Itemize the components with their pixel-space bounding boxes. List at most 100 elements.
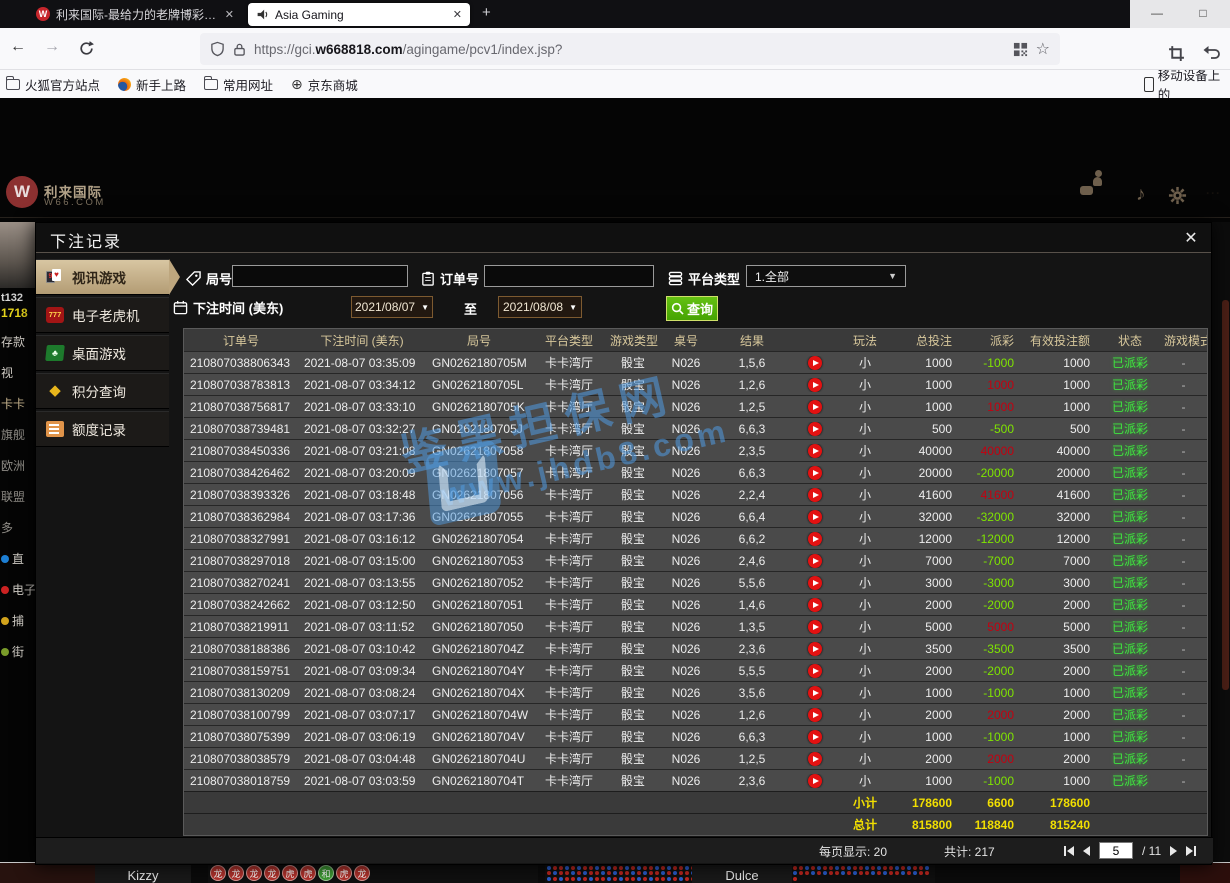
round-id-input[interactable]: [232, 265, 408, 287]
play-icon[interactable]: [808, 400, 822, 414]
play-icon[interactable]: [808, 708, 822, 722]
play-icon[interactable]: [808, 686, 822, 700]
modal-close-icon[interactable]: ✕: [1181, 228, 1201, 248]
sidebar-item-live-games[interactable]: 9♥ 视讯游戏: [36, 259, 169, 295]
rail-item[interactable]: 捕: [0, 605, 35, 636]
play-video-button[interactable]: [792, 664, 838, 678]
settings-gear-icon[interactable]: [1168, 186, 1187, 205]
play-icon[interactable]: [808, 642, 822, 656]
sidebar-item-points-query[interactable]: ◆ 积分查询: [36, 373, 169, 409]
dealer-name[interactable]: Kizzy: [95, 864, 191, 883]
play-video-button[interactable]: [792, 730, 838, 744]
rail-item[interactable]: 存款: [0, 326, 35, 357]
play-video-button[interactable]: [792, 356, 838, 370]
bookmark-mobile[interactable]: 移动设备上的: [1144, 70, 1230, 98]
play-video-button[interactable]: [792, 488, 838, 502]
date-from-picker[interactable]: 2021/08/07▼: [351, 296, 433, 318]
play-video-button[interactable]: [792, 620, 838, 634]
undo-arrow-icon[interactable]: [1203, 45, 1221, 61]
bookmark-item[interactable]: 火狐官方站点: [6, 75, 100, 94]
rail-item[interactable]: 直: [0, 543, 35, 574]
site-logo[interactable]: W: [6, 176, 38, 208]
play-icon[interactable]: [808, 378, 822, 392]
play-icon[interactable]: [808, 532, 822, 546]
play-video-button[interactable]: [792, 400, 838, 414]
play-icon[interactable]: [808, 664, 822, 678]
lock-icon[interactable]: [233, 42, 246, 57]
play-video-button[interactable]: [792, 752, 838, 766]
url-text[interactable]: https://gci.w668818.com/agingame/pcv1/in…: [254, 42, 1005, 57]
bookmark-star-icon[interactable]: ☆: [1036, 39, 1050, 59]
rail-item[interactable]: 联盟: [0, 481, 35, 512]
play-video-button[interactable]: [792, 774, 838, 788]
tab-close-icon[interactable]: ✕: [225, 8, 234, 21]
sidebar-item-table-games[interactable]: ♣ 桌面游戏: [36, 335, 169, 371]
browser-tab-2-active[interactable]: Asia Gaming ✕: [248, 3, 470, 26]
play-video-button[interactable]: [792, 378, 838, 392]
music-icon[interactable]: ♪: [1136, 184, 1146, 206]
play-icon[interactable]: [808, 488, 822, 502]
date-to-picker[interactable]: 2021/08/08▼: [498, 296, 582, 318]
play-video-button[interactable]: [792, 554, 838, 568]
sidebar-item-quota-records[interactable]: 额度记录: [36, 411, 169, 447]
play-icon[interactable]: [808, 730, 822, 744]
window-maximize-button[interactable]: □: [1196, 6, 1210, 20]
play-icon[interactable]: [808, 576, 822, 590]
play-video-button[interactable]: [792, 532, 838, 546]
play-icon[interactable]: [808, 554, 822, 568]
shield-icon[interactable]: [210, 41, 225, 57]
url-bar[interactable]: https://gci.w668818.com/agingame/pcv1/in…: [200, 33, 1060, 65]
first-page-button[interactable]: [1064, 846, 1074, 856]
rail-item[interactable]: 多: [0, 512, 35, 543]
page-scrollbar[interactable]: [1222, 300, 1229, 690]
back-icon[interactable]: ←: [10, 38, 26, 56]
play-video-button[interactable]: [792, 466, 838, 480]
column-header: 订单号: [184, 332, 298, 349]
play-video-button[interactable]: [792, 444, 838, 458]
screenshot-crop-icon[interactable]: [1168, 45, 1185, 62]
play-icon[interactable]: [808, 598, 822, 612]
platform-type-select[interactable]: 1.全部 ▼: [746, 265, 906, 287]
play-icon[interactable]: [808, 774, 822, 788]
rail-item[interactable]: 卡卡: [0, 388, 35, 419]
browser-tab-1[interactable]: W 利来国际-最给力的老牌博彩网站 ✕: [28, 0, 242, 28]
play-icon[interactable]: [808, 510, 822, 524]
play-video-button[interactable]: [792, 510, 838, 524]
tab-close-icon[interactable]: ✕: [453, 8, 462, 21]
rail-item[interactable]: 街: [0, 636, 35, 667]
avatar[interactable]: [0, 222, 35, 288]
play-icon[interactable]: [808, 422, 822, 436]
order-id-input[interactable]: [484, 265, 654, 287]
prev-page-button[interactable]: [1083, 846, 1090, 856]
play-icon[interactable]: [808, 356, 822, 370]
bookmark-item[interactable]: 常用网址: [204, 75, 273, 94]
last-page-button[interactable]: [1186, 846, 1196, 856]
bookmark-item[interactable]: 新手上路: [118, 75, 186, 94]
bookmark-item[interactable]: ⊕京东商城: [291, 75, 358, 94]
play-icon[interactable]: [808, 466, 822, 480]
play-video-button[interactable]: [792, 708, 838, 722]
rail-item[interactable]: 旗舰: [0, 419, 35, 450]
reload-icon[interactable]: [78, 40, 95, 57]
play-icon[interactable]: [808, 752, 822, 766]
search-button[interactable]: 查询: [666, 296, 718, 321]
rail-item[interactable]: 欧洲: [0, 450, 35, 481]
cell-game-type: 骰宝: [606, 420, 660, 437]
play-video-button[interactable]: [792, 576, 838, 590]
next-page-button[interactable]: [1170, 846, 1177, 856]
sidebar-item-slots[interactable]: 777 电子老虎机: [36, 297, 169, 333]
play-video-button[interactable]: [792, 422, 838, 436]
qr-code-icon[interactable]: [1013, 42, 1028, 57]
window-minimize-button[interactable]: —: [1150, 6, 1164, 20]
forward-icon[interactable]: →: [44, 38, 60, 56]
dealer-name[interactable]: Dulce: [692, 864, 792, 883]
play-video-button[interactable]: [792, 642, 838, 656]
play-icon[interactable]: [808, 444, 822, 458]
new-tab-button[interactable]: +: [482, 4, 491, 21]
play-video-button[interactable]: [792, 686, 838, 700]
play-video-button[interactable]: [792, 598, 838, 612]
rail-item[interactable]: 电子: [0, 574, 35, 605]
play-icon[interactable]: [808, 620, 822, 634]
rail-item[interactable]: 视: [0, 357, 35, 388]
page-number-input[interactable]: [1099, 842, 1133, 859]
